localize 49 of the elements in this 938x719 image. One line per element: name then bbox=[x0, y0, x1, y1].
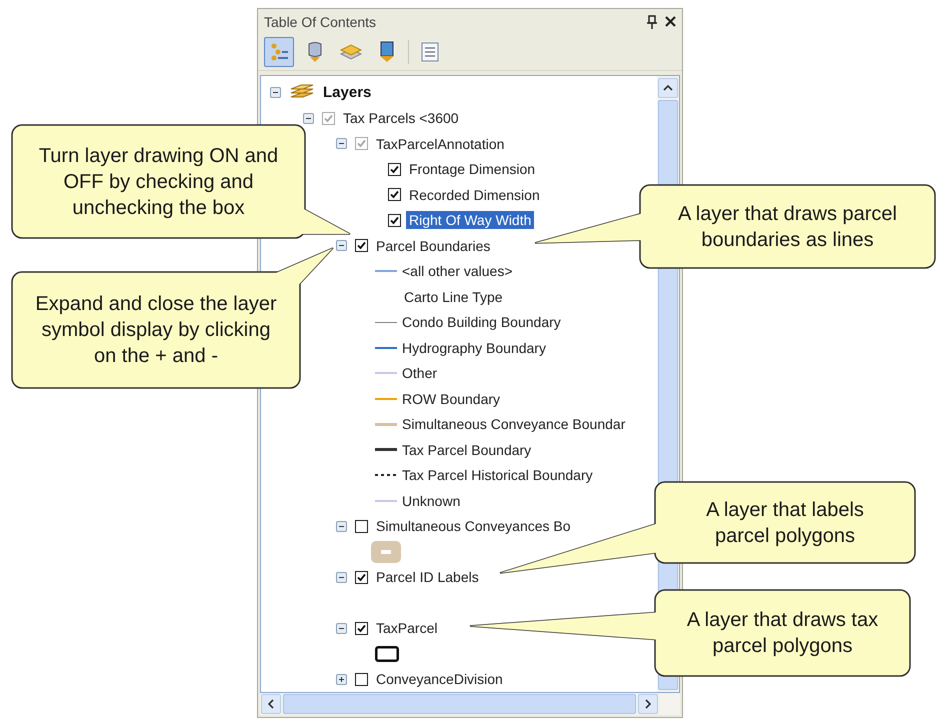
callout-text: A layer that draws parcel boundaries as lines bbox=[677, 202, 898, 252]
legend-label: Condo Building Boundary bbox=[402, 314, 561, 330]
scroll-up-button[interactable] bbox=[658, 78, 678, 98]
layer-name[interactable]: Parcel ID Labels bbox=[373, 568, 482, 586]
layer-checkbox[interactable] bbox=[355, 672, 368, 686]
list-icon bbox=[421, 42, 439, 62]
legend-label: Tax Parcel Historical Boundary bbox=[402, 467, 593, 484]
legend-label: ROW Boundary bbox=[402, 390, 500, 407]
layer-checkbox[interactable] bbox=[355, 520, 368, 533]
legend-label: Hydrography Boundary bbox=[402, 340, 546, 356]
layer-name[interactable]: Parcel Boundaries bbox=[373, 236, 494, 255]
callout-text: Turn layer drawing ON and OFF by checking and unchecking the box bbox=[38, 144, 280, 220]
legend-label: <all other values> bbox=[402, 263, 513, 280]
scroll-right-button[interactable] bbox=[638, 694, 658, 714]
callout-text: A layer that labels parcel polygons bbox=[705, 498, 865, 548]
database-icon bbox=[306, 41, 324, 63]
expand-icon[interactable] bbox=[336, 674, 347, 685]
close-icon[interactable] bbox=[665, 16, 676, 27]
collapse-icon[interactable] bbox=[336, 622, 347, 634]
legend-label: Simultaneous Conveyance Boundar bbox=[402, 416, 626, 432]
layer-name[interactable]: Right Of Way Width bbox=[406, 211, 534, 230]
layers-icon bbox=[339, 42, 363, 62]
layer-name[interactable]: TaxParcel bbox=[373, 619, 440, 638]
polygon-symbol-icon bbox=[375, 646, 399, 662]
collapse-icon[interactable] bbox=[336, 520, 347, 532]
fill-symbol-icon bbox=[371, 540, 401, 563]
layer-name[interactable]: Tax Parcels <3600 bbox=[340, 109, 462, 128]
callout-text: A layer that draws tax parcel polygons bbox=[686, 608, 880, 659]
scroll-thumb[interactable] bbox=[283, 694, 636, 714]
layer-name[interactable]: TaxParcelAnnotation bbox=[373, 134, 508, 153]
collapse-icon[interactable] bbox=[303, 112, 314, 124]
layer-name[interactable]: Frontage Dimension bbox=[406, 160, 538, 178]
callout-text: Expand and close the layer symbol display by clicking on the + and - bbox=[34, 292, 278, 369]
layer-name[interactable]: Simultaneous Conveyances Bo bbox=[373, 517, 574, 536]
collapse-icon[interactable] bbox=[336, 240, 347, 252]
legend-label: Tax Parcel Boundary bbox=[402, 442, 532, 458]
dots-icon bbox=[269, 42, 289, 62]
legend-heading: Carto Line Type bbox=[404, 288, 503, 305]
legend-label: Unknown bbox=[402, 492, 460, 509]
collapse-icon[interactable] bbox=[336, 572, 347, 583]
scroll-left-button[interactable] bbox=[261, 694, 281, 714]
map-frame-name[interactable]: Layers bbox=[323, 84, 372, 102]
collapse-icon[interactable] bbox=[336, 138, 347, 150]
layer-name[interactable]: ConveyanceDivision bbox=[373, 670, 506, 688]
collapse-icon[interactable] bbox=[270, 87, 281, 98]
legend-label: Other bbox=[402, 365, 438, 382]
layer-name[interactable]: Recorded Dimension bbox=[406, 186, 543, 204]
panel-title: Table Of Contents bbox=[264, 14, 378, 30]
pin-icon[interactable] bbox=[647, 14, 657, 28]
